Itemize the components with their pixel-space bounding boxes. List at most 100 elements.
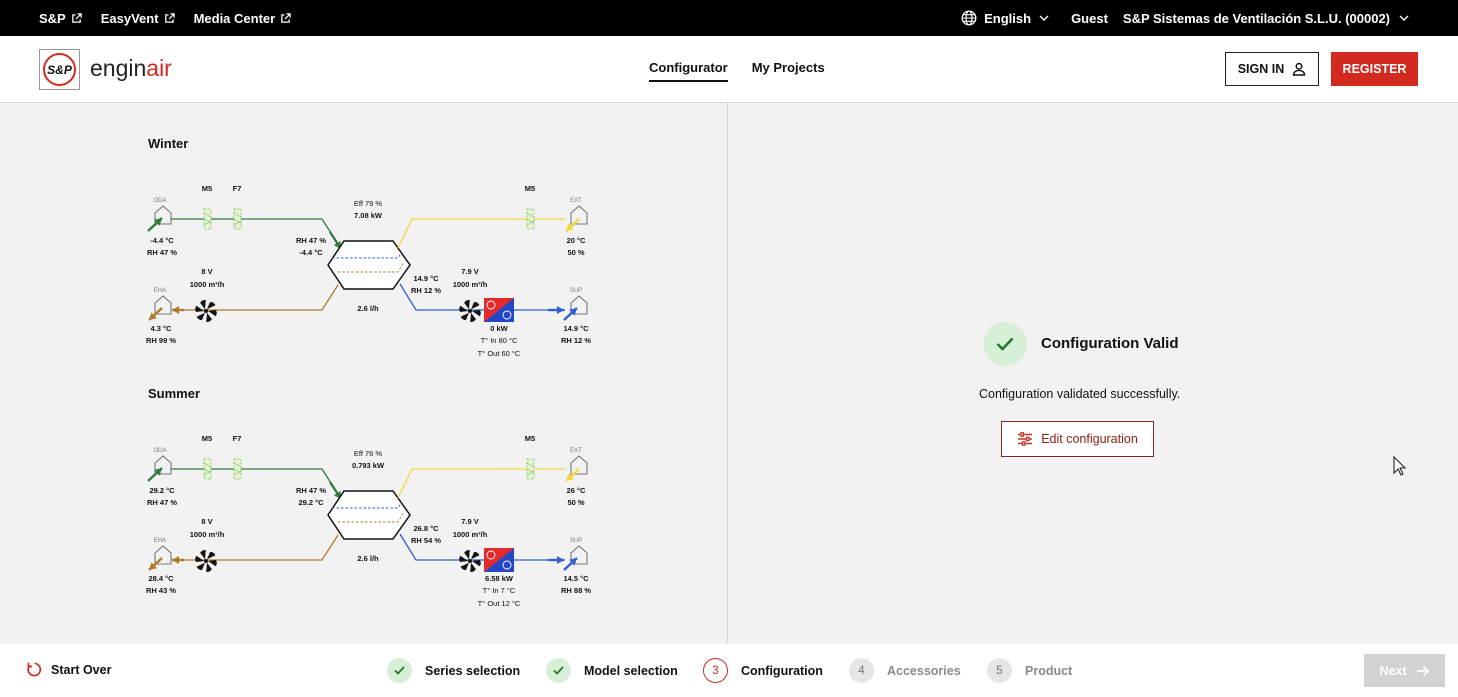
sign-in-label: SIGN IN	[1237, 62, 1285, 76]
heat-exchanger	[327, 490, 411, 540]
filter-icon	[203, 208, 212, 230]
filter-label: M5	[202, 434, 212, 443]
tab-my-projects[interactable]: My Projects	[752, 60, 825, 82]
fan-icon	[200, 549, 206, 560]
fan-voltage: 8 V	[201, 517, 212, 526]
recovered-power: 0.793 kW	[352, 461, 385, 470]
sup-temp: 14.5 °C	[563, 574, 589, 583]
fan-icon	[196, 312, 205, 321]
sup-rh: RH 88 %	[561, 586, 591, 595]
company-selector[interactable]: S&P Sistemas de Ventilación S.L.U. (0000…	[1123, 11, 1409, 26]
airflow-diagrams: Winter M5 F7 M5 ODA -4.4 °C RH 47 % Eff 79 % 7.0…	[146, 136, 591, 608]
fan-voltage: 8 V	[201, 267, 212, 276]
check-icon	[996, 337, 1014, 351]
fan-icon	[195, 555, 204, 562]
diagram-title: Winter	[148, 136, 188, 151]
sup-duct-arrow	[557, 556, 564, 564]
efficiency-label: Eff 76 %	[354, 449, 383, 458]
fan-voltage: 7.9 V	[461, 267, 479, 276]
fan-airflow: 1000 m³/h	[453, 530, 488, 539]
step-label: Series selection	[425, 663, 521, 678]
filter-label: M5	[525, 434, 535, 443]
fan-airflow: 1000 m³/h	[190, 280, 225, 289]
step-done-badge	[387, 658, 412, 683]
next-label: Next	[1379, 663, 1407, 678]
start-over-label: Start Over	[51, 662, 112, 677]
oda-temp: 29.2 °C	[149, 486, 175, 495]
step-label: Configuration	[741, 663, 823, 678]
efficiency-label: Eff 79 %	[354, 199, 383, 208]
sup-label: SUP	[570, 288, 582, 294]
wizard-footer: Start Over Series selection Model select…	[0, 644, 1458, 697]
fan-icon	[470, 312, 476, 323]
sup-label: SUP	[570, 538, 582, 544]
filter-label: F7	[233, 434, 242, 443]
hx-out-rh: RH 54 %	[411, 536, 441, 545]
oda-label: ODA	[153, 198, 166, 204]
fan-icon	[207, 301, 216, 310]
coil-power: 6.58 kW	[485, 574, 514, 583]
step-done-badge	[546, 658, 571, 683]
fan-icon	[208, 310, 217, 317]
fan-icon	[207, 551, 216, 560]
hx-in-rh: RH 47 %	[296, 236, 326, 245]
oda-label: ODA	[153, 448, 166, 454]
check-icon	[553, 666, 564, 675]
filter-icon	[233, 458, 242, 480]
fan-icon	[459, 555, 468, 562]
chevron-down-icon	[1399, 15, 1409, 21]
sign-in-button[interactable]: SIGN IN	[1225, 52, 1319, 86]
hx-out-rh: RH 12 %	[411, 286, 441, 295]
check-icon	[394, 666, 405, 675]
step-label: Model selection	[584, 663, 678, 678]
step-model-selection[interactable]: Model selection	[546, 658, 678, 683]
eha-duct-arrow	[172, 306, 179, 314]
start-over-button[interactable]: Start Over	[27, 662, 111, 677]
fan-icon	[460, 562, 469, 571]
coil-temp-in: T° In 80 °C	[481, 336, 518, 345]
ext-house-icon	[570, 205, 588, 225]
fan-icon	[471, 551, 480, 560]
fan-icon	[464, 549, 470, 560]
fan-icon	[468, 309, 472, 313]
register-button[interactable]: REGISTER	[1331, 52, 1418, 86]
diagram-title: Summer	[148, 386, 200, 401]
fan-icon	[196, 562, 205, 571]
next-button[interactable]: Next	[1364, 654, 1445, 687]
heat-exchanger	[327, 240, 411, 290]
filter-label: F7	[233, 184, 242, 193]
fan-icon	[206, 312, 212, 323]
fan-voltage: 7.9 V	[461, 517, 479, 526]
hx-in-temp: 29.2 °C	[298, 498, 324, 507]
language-selector[interactable]: English	[961, 10, 1049, 26]
coil-temp-in: T° In 7 °C	[483, 586, 516, 595]
valid-check-badge	[983, 322, 1027, 366]
fan-icon	[204, 559, 208, 563]
condensate-flow: 2.6 l/h	[357, 304, 379, 313]
mouse-cursor-icon	[1393, 456, 1407, 476]
sup-duct-arrow	[557, 306, 564, 314]
sliders-icon	[1018, 432, 1033, 446]
step-accessories[interactable]: 4 Accessories	[849, 658, 961, 683]
fan-icon	[472, 560, 481, 567]
fan-icon	[195, 305, 204, 312]
step-configuration[interactable]: 3 Configuration	[703, 658, 823, 683]
eha-rh: RH 43 %	[146, 586, 176, 595]
filter-icon	[526, 458, 535, 480]
filter-label: M5	[525, 184, 535, 193]
eha-temp: 28.4 °C	[148, 574, 174, 583]
edit-configuration-button[interactable]: Edit configuration	[1001, 421, 1154, 457]
validation-message: Configuration validated successfully.	[979, 387, 1181, 401]
eha-duct-arrow	[172, 556, 179, 564]
oda-rh: RH 47 %	[147, 498, 177, 507]
step-label: Product	[1025, 663, 1073, 678]
step-series-selection[interactable]: Series selection	[387, 658, 520, 683]
filter-icon	[233, 208, 242, 230]
step-product[interactable]: 5 Product	[987, 658, 1072, 683]
coil-temp-out: T° Out 12 °C	[478, 599, 521, 608]
eha-label: EHA	[154, 538, 166, 544]
hx-out-temp: 26.8 °C	[413, 524, 439, 533]
fan-icon	[460, 312, 469, 321]
ext-rh: 50 %	[567, 498, 584, 507]
ext-rh: 50 %	[567, 248, 584, 257]
